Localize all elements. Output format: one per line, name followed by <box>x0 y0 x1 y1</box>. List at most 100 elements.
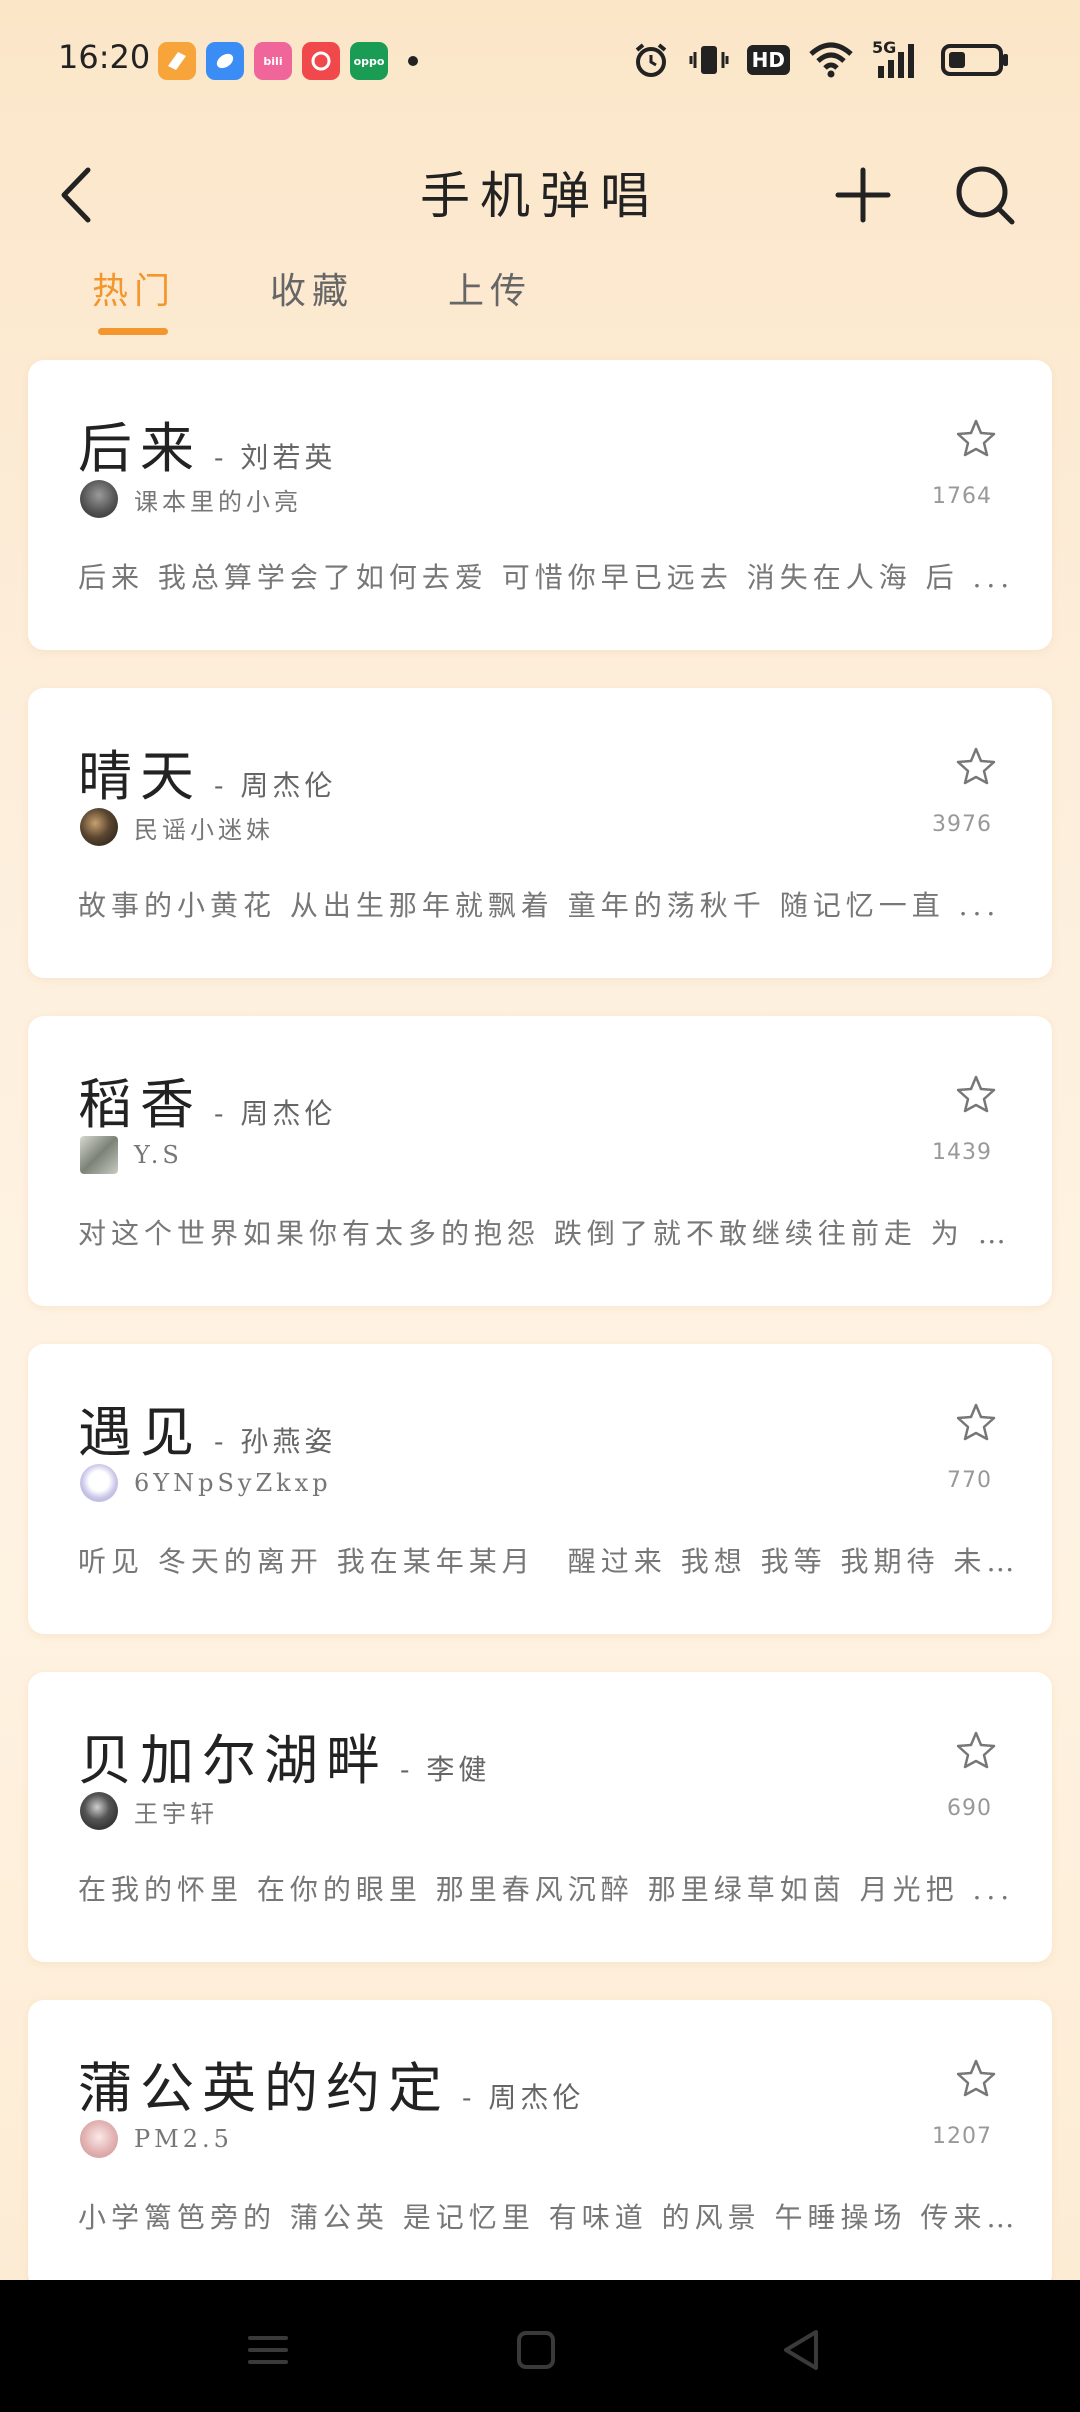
home-button[interactable] <box>506 2320 566 2380</box>
song-artist: - 周杰伦 <box>462 2081 585 2114</box>
song-title-row: 晴天 - 周杰伦 <box>78 732 336 811</box>
play-count: 690 <box>947 1796 992 1821</box>
status-system-icons: HD 5G <box>631 38 1010 80</box>
home-square-icon <box>517 2331 555 2369</box>
lyrics-preview: 故事的小黄花 从出生那年就飘着 童年的荡秋千 随记忆一直 ... <box>78 889 1001 922</box>
notification-app-1-icon <box>158 42 196 80</box>
song-card[interactable]: 稻香 - 周杰伦 Y.S 1439 对这个世界如果你有太多的抱怨 跌倒了就不敢继… <box>28 1016 1052 1306</box>
vibrate-icon <box>689 46 729 74</box>
song-artist: - 周杰伦 <box>214 1097 337 1130</box>
song-title-row: 蒲公英的约定 - 周杰伦 <box>78 2044 584 2123</box>
star-icon <box>956 747 996 785</box>
bilibili-icon: bili <box>254 42 292 80</box>
cellular-signal-icon: 5G <box>872 38 922 80</box>
lyrics-preview: 后来 我总算学会了如何去爱 可惜你早已远去 消失在人海 后 ... <box>78 561 1015 594</box>
song-title: 蒲公英的约定 <box>78 2057 450 2120</box>
song-artist: - 李健 <box>400 1753 491 1786</box>
tab-favorites[interactable]: 收藏 <box>270 262 354 314</box>
star-icon <box>956 419 996 457</box>
tab-bar: 热门 收藏 上传 <box>0 262 1080 342</box>
uploader-row: 民谣小迷妹 <box>80 808 274 846</box>
star-icon <box>956 1731 996 1769</box>
alarm-icon <box>635 43 666 77</box>
song-title: 稻香 <box>78 1073 202 1136</box>
oppo-icon: oppo <box>350 42 388 80</box>
notification-app-2-icon <box>206 42 244 80</box>
song-artist: - 孙燕姿 <box>214 1425 337 1458</box>
favorite-star-button[interactable] <box>956 746 996 786</box>
uploader-name: Y.S <box>134 1141 183 1169</box>
notification-app-4-icon <box>302 42 340 80</box>
nav-back-button[interactable] <box>772 2320 832 2380</box>
avatar[interactable] <box>80 1792 118 1830</box>
plus-icon <box>835 167 891 223</box>
favorite-star-button[interactable] <box>956 2058 996 2098</box>
lyrics-preview: 小学篱笆旁的 蒲公英 是记忆里 有味道 的风景 午睡操场 传来 ... <box>78 2201 1018 2234</box>
uploader-row: 王宇轩 <box>80 1792 218 1830</box>
song-card[interactable]: 遇见 - 孙燕姿 6YNpSyZkxp 770 听见 冬天的离开 我在某年某月 … <box>28 1344 1052 1634</box>
menu-button[interactable] <box>238 2320 298 2380</box>
song-artist: - 周杰伦 <box>214 769 337 802</box>
add-button[interactable] <box>833 150 893 240</box>
favorite-star-button[interactable] <box>956 1402 996 1442</box>
hd-icon: HD <box>746 45 790 75</box>
star-icon <box>956 1403 996 1441</box>
page-title: 手机弹唱 <box>420 167 660 225</box>
wifi-icon <box>809 42 853 78</box>
avatar[interactable] <box>80 1464 118 1502</box>
play-count: 1439 <box>932 1140 992 1165</box>
app-header: 手机弹唱 <box>0 140 1080 250</box>
song-title: 后来 <box>78 417 202 480</box>
play-count: 770 <box>947 1468 992 1493</box>
play-count: 1764 <box>932 484 992 509</box>
uploader-name: 6YNpSyZkxp <box>134 1469 332 1497</box>
search-button[interactable] <box>950 150 1020 240</box>
song-title-row: 后来 - 刘若英 <box>78 404 336 483</box>
uploader-name: PM2.5 <box>134 2125 233 2153</box>
status-app-icons: bili oppo <box>158 42 418 80</box>
status-time: 16:20 <box>58 38 151 76</box>
star-icon <box>956 2059 996 2097</box>
tab-upload[interactable]: 上传 <box>448 262 532 314</box>
lyrics-preview: 对这个世界如果你有太多的抱怨 跌倒了就不敢继续往前走 为 ... <box>78 1217 1018 1250</box>
uploader-name: 课本里的小亮 <box>134 487 302 516</box>
menu-icon <box>248 2336 288 2364</box>
play-count: 1207 <box>932 2124 992 2149</box>
song-title-row: 稻香 - 周杰伦 <box>78 1060 336 1139</box>
lyrics-preview: 听见 冬天的离开 我在某年某月 醒过来 我想 我等 我期待 未 ... <box>78 1545 1018 1578</box>
uploader-row: Y.S <box>80 1136 183 1174</box>
star-icon <box>956 1075 996 1113</box>
uploader-row: 课本里的小亮 <box>80 480 302 518</box>
system-nav-bar <box>0 2280 1080 2412</box>
uploader-name: 王宇轩 <box>134 1799 218 1828</box>
uploader-row: 6YNpSyZkxp <box>80 1464 332 1502</box>
back-triangle-icon <box>784 2330 818 2370</box>
status-bar: 16:20 bili oppo HD 5G <box>0 0 1080 120</box>
avatar[interactable] <box>80 480 118 518</box>
avatar[interactable] <box>80 1136 118 1174</box>
play-count: 3976 <box>932 812 992 837</box>
song-card[interactable]: 蒲公英的约定 - 周杰伦 PM2.5 1207 小学篱笆旁的 蒲公英 是记忆里 … <box>28 2000 1052 2290</box>
favorite-star-button[interactable] <box>956 1074 996 1114</box>
song-title: 贝加尔湖畔 <box>78 1729 388 1792</box>
song-title-row: 贝加尔湖畔 - 李健 <box>78 1716 490 1795</box>
song-title: 晴天 <box>78 745 202 808</box>
song-title: 遇见 <box>78 1401 202 1464</box>
song-card[interactable]: 晴天 - 周杰伦 民谣小迷妹 3976 故事的小黄花 从出生那年就飘着 童年的荡… <box>28 688 1052 978</box>
lyrics-preview: 在我的怀里 在你的眼里 那里春风沉醉 那里绿草如茵 月光把 ... <box>78 1873 1015 1906</box>
song-title-row: 遇见 - 孙燕姿 <box>78 1388 336 1467</box>
avatar[interactable] <box>80 2120 118 2158</box>
battery-icon <box>941 44 1008 76</box>
uploader-name: 民谣小迷妹 <box>134 815 274 844</box>
song-card[interactable]: 贝加尔湖畔 - 李健 王宇轩 690 在我的怀里 在你的眼里 那里春风沉醉 那里… <box>28 1672 1052 1962</box>
song-card[interactable]: 后来 - 刘若英 课本里的小亮 1764 后来 我总算学会了如何去爱 可惜你早已… <box>28 360 1052 650</box>
active-tab-indicator <box>98 328 168 335</box>
avatar[interactable] <box>80 808 118 846</box>
favorite-star-button[interactable] <box>956 418 996 458</box>
song-artist: - 刘若英 <box>214 441 337 474</box>
more-notifications-icon <box>408 56 418 66</box>
favorite-star-button[interactable] <box>956 1730 996 1770</box>
tab-hot[interactable]: 热门 <box>92 262 176 314</box>
search-icon <box>956 166 1015 225</box>
uploader-row: PM2.5 <box>80 2120 233 2158</box>
